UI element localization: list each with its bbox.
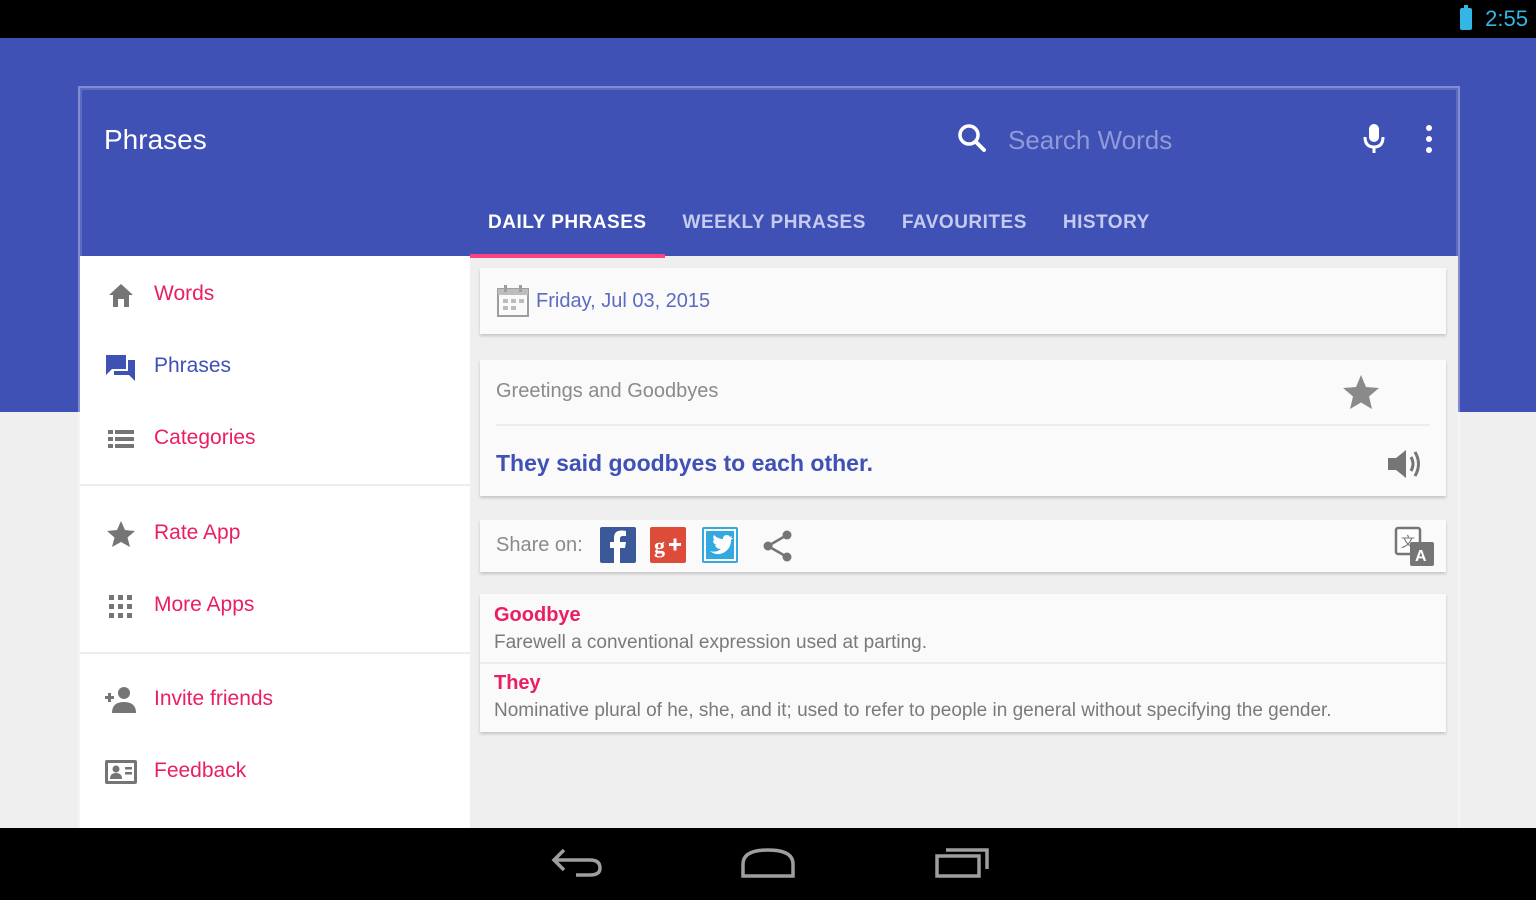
- phrase-card: Greetings and Goodbyes They said goodbye…: [480, 360, 1446, 496]
- home-icon: [109, 284, 133, 307]
- drawer-item-more-apps[interactable]: More Apps: [80, 569, 470, 641]
- list-item[interactable]: They Nominative plural of he, she, and i…: [480, 662, 1446, 730]
- drawer-divider: [80, 484, 470, 486]
- word-definition: Nominative plural of he, she, and it; us…: [494, 700, 1332, 721]
- star-icon: [107, 521, 135, 547]
- drawer-item-words[interactable]: Words: [80, 258, 470, 330]
- phrase-category: Greetings and Goodbyes: [496, 380, 719, 402]
- drawer-item-label: Invite friends: [154, 687, 274, 710]
- favourite-star-icon[interactable]: [1340, 372, 1382, 414]
- tab-daily-phrases[interactable]: DAILY PHRASES: [470, 200, 665, 258]
- drawer-item-label: More Apps: [154, 593, 255, 616]
- search-icon[interactable]: [956, 122, 988, 154]
- drawer-item-label: Feedback: [154, 759, 247, 782]
- navigation-drawer: Words Phrases Categories Rate App More A…: [80, 256, 470, 828]
- drawer-item-invite-friends[interactable]: Invite friends: [80, 663, 470, 735]
- phrase-date: Friday, Jul 03, 2015: [536, 290, 711, 312]
- speaker-icon[interactable]: [1384, 446, 1424, 482]
- drawer-item-label: Phrases: [154, 354, 232, 377]
- app-bar: Phrases DAILY PHRASES WEEKLY PHRASES FAV…: [80, 88, 1458, 258]
- system-nav-bar: [0, 828, 1536, 900]
- tab-weekly-phrases[interactable]: WEEKLY PHRASES: [665, 200, 884, 258]
- drawer-item-phrases[interactable]: Phrases: [80, 330, 470, 402]
- list-icon: [108, 430, 134, 448]
- date-card: Friday, Jul 03, 2015: [480, 268, 1446, 334]
- home-button-icon[interactable]: [738, 842, 798, 882]
- twitter-icon[interactable]: [702, 527, 738, 563]
- daily-phrase-text: They said goodbyes to each other.: [496, 450, 874, 476]
- recent-apps-icon[interactable]: [932, 842, 992, 882]
- status-clock: 2:55: [1485, 6, 1528, 31]
- overflow-menu-icon[interactable]: [1420, 124, 1438, 154]
- drawer-item-label: Categories: [154, 426, 256, 449]
- word-term: Goodbye: [494, 604, 581, 626]
- drawer-item-label: Rate App: [154, 521, 241, 544]
- facebook-icon[interactable]: [600, 527, 636, 563]
- tab-history[interactable]: HISTORY: [1045, 200, 1168, 258]
- search-input[interactable]: [1008, 120, 1308, 160]
- tab-favourites[interactable]: FAVOURITES: [884, 200, 1045, 258]
- share-card: Share on: g 文 A: [480, 520, 1446, 572]
- status-bar: 2:55: [0, 0, 1536, 38]
- google-plus-icon[interactable]: g: [650, 527, 686, 563]
- back-icon[interactable]: [546, 842, 606, 882]
- chat-icon: [106, 355, 135, 381]
- list-item[interactable]: Goodbye Farewell a conventional expressi…: [480, 594, 1446, 664]
- share-icon[interactable]: [760, 528, 796, 564]
- microphone-icon[interactable]: [1360, 122, 1388, 156]
- svg-text:A: A: [1415, 548, 1427, 565]
- page-title: Phrases: [104, 124, 207, 155]
- card-divider: [496, 424, 1430, 426]
- drawer-item-feedback[interactable]: Feedback: [80, 735, 470, 807]
- drawer-item-label: Words: [154, 282, 215, 305]
- calendar-icon: [497, 285, 529, 317]
- word-term: They: [494, 672, 541, 694]
- drawer-item-categories[interactable]: Categories: [80, 402, 470, 474]
- svg-text:g: g: [654, 533, 665, 558]
- translate-icon[interactable]: 文 A: [1394, 526, 1436, 568]
- share-label: Share on:: [496, 534, 583, 556]
- drawer-item-rate-app[interactable]: Rate App: [80, 497, 470, 569]
- word-definitions-card: Goodbye Farewell a conventional expressi…: [480, 594, 1446, 732]
- word-definition: Farewell a conventional expression used …: [494, 632, 928, 653]
- contact-card-icon: [105, 760, 137, 784]
- add-person-icon: [105, 687, 136, 713]
- tab-bar: DAILY PHRASES WEEKLY PHRASES FAVOURITES …: [470, 200, 1168, 258]
- battery-icon: [1460, 5, 1472, 30]
- grid-icon: [109, 595, 132, 618]
- app-window: Phrases DAILY PHRASES WEEKLY PHRASES FAV…: [80, 88, 1458, 828]
- drawer-divider: [80, 652, 470, 654]
